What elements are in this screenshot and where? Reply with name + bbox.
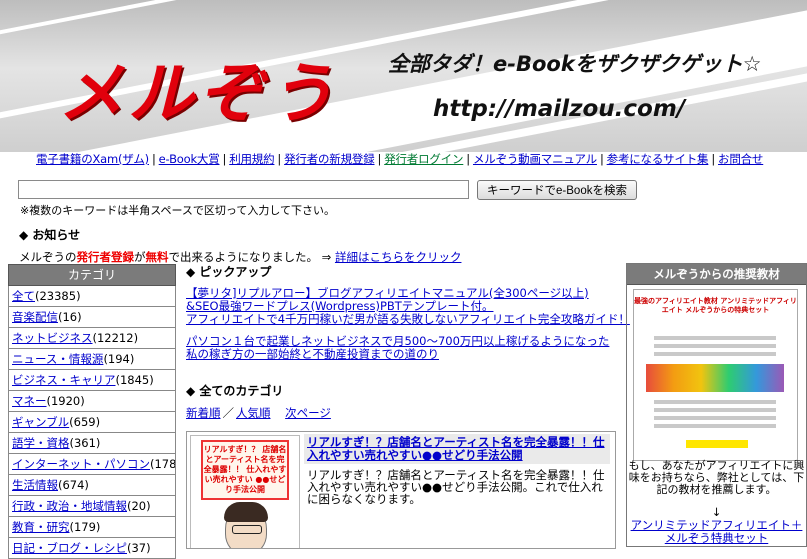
site-tagline: 全部タダ！e-Bookをザクザクゲット☆ xyxy=(388,52,762,76)
recommend-image[interactable]: 最強のアフィリエイト教材 アンリミテッドアフィリエイト メルぞうからの特典セット xyxy=(633,289,798,461)
news-mid: が xyxy=(134,250,146,264)
category-link[interactable]: 語学・資格 xyxy=(12,436,70,450)
nav-link-publisher-login[interactable]: 発行者ログイン xyxy=(384,152,463,166)
category-count: (361) xyxy=(69,436,101,450)
pickup-link[interactable]: パソコン１台で起業しネットビジネスで月500〜700万円以上稼げるようになった xyxy=(186,334,609,348)
next-page-link[interactable]: 次ページ xyxy=(285,406,331,420)
nav-separator: | xyxy=(277,152,282,166)
category-item: 教育・研究(179) xyxy=(8,517,176,538)
category-item: ニュース・情報源(194) xyxy=(8,349,176,370)
search-note: ※複数のキーワードは半角スペースで区切って入力して下さい。 xyxy=(20,204,336,217)
news-highlight-free: 無料 xyxy=(145,250,169,264)
category-link[interactable]: 行政・政治・地域情報 xyxy=(12,499,127,513)
news-prefix: メルぞうの xyxy=(19,250,77,264)
category-item: マネー(1920) xyxy=(8,391,176,412)
category-link[interactable]: ネットビジネス xyxy=(12,331,93,345)
category-count: (37) xyxy=(127,541,151,555)
sort-new-link[interactable]: 新着順 xyxy=(186,406,221,420)
category-count: (1781) xyxy=(150,457,176,471)
news-suffix: で出来るようになりました。 ⇒ xyxy=(168,250,335,264)
all-categories-heading: ◆ 全てのカテゴリ xyxy=(186,384,284,398)
category-count: (674) xyxy=(58,478,89,492)
category-link[interactable]: 日記・ブログ・レシピ xyxy=(12,541,127,555)
nav-link-publisher-register[interactable]: 発行者の新規登録 xyxy=(284,152,375,166)
author-portrait xyxy=(224,502,268,548)
category-link[interactable]: ニュース・情報源 xyxy=(12,352,103,366)
nav-link-reference-sites[interactable]: 参考になるサイト集 xyxy=(607,152,709,166)
category-link[interactable]: 生活情報 xyxy=(12,478,58,492)
category-link[interactable]: ビジネス・キャリア xyxy=(12,373,116,387)
pickup-link[interactable]: 【夢リタ]リプルアロー】ブログアフィリエイトマニュアル(全300ページ以上) xyxy=(186,286,589,300)
top-nav: 電子書籍のXam(ザム) | e-Book大賞 | 利用規約 | 発行者の新規登録 | 発行者ロ… xyxy=(36,151,763,167)
nav-separator: | xyxy=(377,152,382,166)
nav-separator: | xyxy=(711,152,716,166)
recommend-link-block: ↓ アンリミテッドアフィリエイト＋メルぞう特典セット xyxy=(627,506,806,545)
category-link[interactable]: 教育・研究 xyxy=(12,520,70,534)
category-link[interactable]: ギャンブル xyxy=(12,415,69,429)
category-count: (23385) xyxy=(35,289,81,303)
category-item: インターネット・パソコン(1781) xyxy=(8,454,176,475)
ebook-body: リアルすぎ！？店舗名とアーティスト名を完全暴露！！仕入れやすい売れやすい●●せど… xyxy=(304,434,610,510)
header-banner: メルぞう 全部タダ！e-Bookをザクザクゲット☆ http://mailzou… xyxy=(0,0,807,152)
site-url: http://mailzou.com/ xyxy=(433,96,686,122)
category-item: ギャンブル(659) xyxy=(8,412,176,433)
category-count: (179) xyxy=(69,520,101,534)
category-item: 生活情報(674) xyxy=(8,475,176,496)
category-item: ネットビジネス(12212) xyxy=(8,328,176,349)
pickup-link[interactable]: アフィリエイトで4千万円稼いだ男が語る失敗しないアフィリエイト完全攻略ガイド！ xyxy=(186,312,630,326)
category-count: (659) xyxy=(69,415,101,429)
site-logo[interactable]: メルぞう xyxy=(58,40,338,136)
pickup-link[interactable]: 私の稼ぎ方の一部始終と不動産投資までの道のり xyxy=(186,347,439,361)
category-item: 日記・ブログ・レシピ(37) xyxy=(8,538,176,559)
pickup-heading: ◆ ピックアップ xyxy=(186,265,272,279)
search-button[interactable]: キーワードでe-Bookを検索 xyxy=(477,180,637,200)
ebook-cover[interactable]: リアルすぎ！？ 店舗名とアーティスト名を完全暴露！！ 仕入れやすい売れやすい ●… xyxy=(190,435,300,548)
category-link[interactable]: 全て xyxy=(12,289,35,303)
category-item: ビジネス・キャリア(1845) xyxy=(8,370,176,391)
nav-link-xam[interactable]: 電子書籍のXam(ザム) xyxy=(36,152,149,166)
category-item: 全て(23385) xyxy=(8,286,176,307)
sort-pager: 新着順／人気順 次ページ xyxy=(186,405,331,421)
category-count: (1920) xyxy=(46,394,85,408)
category-count: (194) xyxy=(103,352,135,366)
category-count: (20) xyxy=(127,499,151,513)
news-highlight-register: 発行者登録 xyxy=(76,250,135,264)
sort-popular-link[interactable]: 人気順 xyxy=(236,406,271,420)
ebook-description: リアルすぎ！？店舗名とアーティスト名を完全暴露！！仕入れやすい売れやすい●●せど… xyxy=(307,468,605,506)
category-count: (12212) xyxy=(92,331,139,345)
nav-separator: | xyxy=(599,152,604,166)
sort-separator: ／ xyxy=(222,406,235,420)
news-heading: ◆ お知らせ xyxy=(19,228,81,242)
ebook-cover-text: リアルすぎ！？ 店舗名とアーティスト名を完全暴露！！ 仕入れやすい売れやすい ●… xyxy=(201,440,289,500)
news-details-link[interactable]: 詳細はこちらをクリック xyxy=(335,250,462,264)
recommend-link[interactable]: アンリミテッドアフィリエイト＋メルぞう特典セット xyxy=(631,518,803,545)
recommend-sidebar: メルぞうからの推奨教材 最強のアフィリエイト教材 アンリミテッドアフィリエイト … xyxy=(626,263,807,547)
category-link[interactable]: インターネット・パソコン xyxy=(12,457,150,471)
nav-separator: | xyxy=(151,152,156,166)
nav-link-ebook-award[interactable]: e-Book大賞 xyxy=(159,152,220,166)
category-link[interactable]: 音楽配信 xyxy=(12,310,58,324)
nav-link-video-manual[interactable]: メルぞう動画マニュアル xyxy=(473,152,597,166)
category-count: (16) xyxy=(58,310,82,324)
search-input[interactable] xyxy=(18,180,469,199)
category-link[interactable]: マネー xyxy=(12,394,47,408)
pickup-link[interactable]: &SEO最強ワードプレス(Wordpress)PBTテンプレート付。 xyxy=(186,299,493,313)
category-item: 語学・資格(361) xyxy=(8,433,176,454)
nav-separator: | xyxy=(466,152,470,166)
recommend-heading: メルぞうからの推奨教材 xyxy=(627,264,806,285)
ebook-title-link[interactable]: リアルすぎ！？店舗名とアーティスト名を完全暴露！！仕入れやすい売れやすい●●せど… xyxy=(307,435,605,462)
ebook-card: リアルすぎ！？ 店舗名とアーティスト名を完全暴露！！ 仕入れやすい売れやすい ●… xyxy=(186,431,616,549)
nav-link-terms[interactable]: 利用規約 xyxy=(229,152,274,166)
category-sidebar: カテゴリ 全て(23385) 音楽配信(16) ネットビジネス(12212) ニ… xyxy=(8,264,176,559)
category-item: 行政・政治・地域情報(20) xyxy=(8,496,176,517)
category-heading: カテゴリ xyxy=(8,264,176,286)
recommend-text: もし、あなたがアフィリエイトに興味をお持ちなら、弊社としては、下記の教材を推薦し… xyxy=(628,459,805,496)
nav-separator: | xyxy=(222,152,227,166)
category-item: 音楽配信(16) xyxy=(8,307,176,328)
nav-link-contact[interactable]: お問合せ xyxy=(718,152,763,166)
promo-headline: 最強のアフィリエイト教材 アンリミテッドアフィリエイト メルぞうからの特典セット xyxy=(634,297,797,314)
category-count: (1845) xyxy=(115,373,154,387)
